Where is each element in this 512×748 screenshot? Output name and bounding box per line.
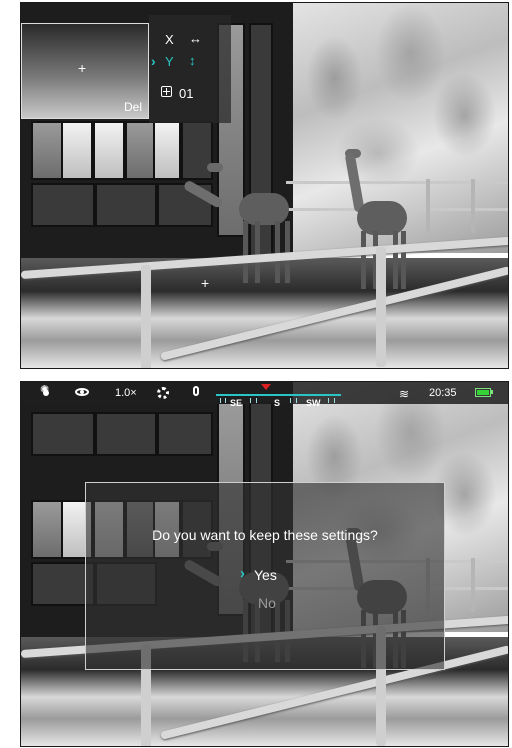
microphone-icon[interactable] xyxy=(193,386,199,396)
pip-delete-label[interactable]: Del xyxy=(124,100,142,114)
dialog-no-option[interactable]: No xyxy=(258,595,276,611)
dialog-question: Do you want to keep these settings? xyxy=(152,527,378,543)
axis-x-option[interactable]: X ↔ xyxy=(149,29,231,51)
axis-y-option[interactable]: › Y ↕ xyxy=(149,51,231,73)
axis-y-label: Y xyxy=(165,54,174,69)
compass-strip: SE S SW xyxy=(216,394,341,408)
viewfinder-top: + + Del X ↔ › Y ↕ 01 xyxy=(20,2,509,369)
ground xyxy=(21,258,508,368)
vertical-arrows-icon: ↕ xyxy=(189,53,196,68)
dialog-yes-option[interactable]: Yes xyxy=(254,567,277,583)
keep-settings-dialog: Do you want to keep these settings? › Ye… xyxy=(85,482,445,670)
eye-icon[interactable] xyxy=(75,388,89,396)
wifi-icon[interactable]: ≋ xyxy=(399,387,409,401)
compass-se-label: SE xyxy=(230,398,243,408)
viewfinder-bottom: ✺ 1.0× SE S SW ≋ 20:35 Do you want to ke… xyxy=(20,381,509,747)
clock-time: 20:35 xyxy=(429,387,457,399)
zoom-level[interactable]: 1.0× xyxy=(115,386,137,400)
selection-chevron-icon: › xyxy=(151,53,156,69)
selection-chevron-icon: › xyxy=(240,565,245,582)
compass-sw-label: SW xyxy=(306,398,321,408)
status-bar: ✺ 1.0× SE S SW ≋ 20:35 xyxy=(21,382,508,408)
pip-number-option[interactable]: 01 xyxy=(149,83,231,105)
brightness-icon[interactable]: ✺ xyxy=(39,384,53,400)
horizontal-arrows-icon: ↔ xyxy=(189,31,202,46)
pip-number-label: 01 xyxy=(179,86,194,101)
heading-marker-icon xyxy=(261,384,271,390)
picture-in-picture-window: + Del xyxy=(21,23,149,119)
scene-crosshair-icon: + xyxy=(201,275,210,291)
settings-gear-icon[interactable] xyxy=(157,387,169,399)
pip-axis-menu: X ↔ › Y ↕ 01 xyxy=(149,15,231,123)
battery-icon xyxy=(475,388,491,397)
crosshair-icon: + xyxy=(78,60,87,76)
axis-x-label: X xyxy=(165,32,174,47)
compass-s-label: S xyxy=(274,398,281,408)
picture-in-picture-icon xyxy=(161,86,172,97)
